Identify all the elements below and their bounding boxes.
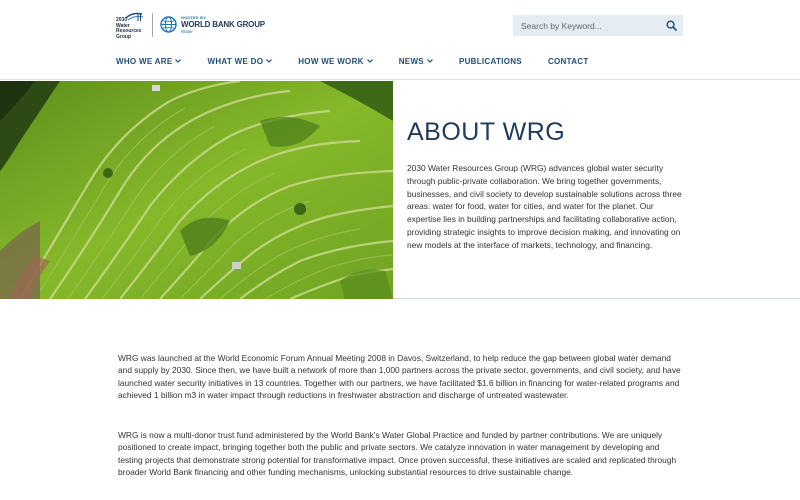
nav-what-we-do[interactable]: WHAT WE DO [207, 55, 273, 67]
rice-terraces-illustration [0, 81, 393, 299]
search-icon[interactable] [666, 20, 677, 31]
main-nav: WHO WE ARE WHAT WE DO HOW WE WORK NEWS P… [116, 55, 615, 67]
nav-label: PUBLICATIONS [458, 56, 522, 66]
rice-terraces-image [0, 81, 393, 299]
wrg-logo-text: 2030 Water Resources Group [116, 17, 142, 40]
search-input[interactable] [513, 15, 658, 36]
body-paragraph-history: WRG was launched at the World Economic F… [118, 353, 681, 401]
logo-divider [152, 13, 153, 37]
nav-how-we-work[interactable]: HOW WE WORK [298, 55, 373, 67]
world-bank-sub: Water [181, 29, 193, 34]
nav-label: WHO WE ARE [116, 56, 173, 66]
search-box [513, 15, 683, 36]
body-paragraph-trust-fund: WRG is now a multi-donor trust fund admi… [118, 430, 677, 478]
globe-icon [160, 16, 177, 33]
site-header: 2030 Water Resources Group HOSTED BY WOR… [0, 0, 800, 80]
world-bank-name: WORLD BANK GROUP [181, 20, 265, 29]
chevron-down-icon [366, 59, 373, 63]
nav-label: WHAT WE DO [207, 56, 264, 66]
page-title: ABOUT WRG [407, 118, 566, 146]
chevron-down-icon [427, 59, 433, 63]
nav-contact[interactable]: CONTACT [548, 55, 589, 67]
nav-label: NEWS [398, 56, 424, 66]
wrg-logo[interactable]: 2030 Water Resources Group [116, 12, 146, 40]
nav-news[interactable]: NEWS [399, 55, 433, 67]
nav-label: HOW WE WORK [298, 56, 364, 66]
hero-description: 2030 Water Resources Group (WRG) advance… [407, 163, 682, 250]
chevron-down-icon [175, 59, 182, 63]
chevron-down-icon [266, 59, 273, 63]
nav-who-we-are[interactable]: WHO WE ARE [116, 55, 182, 67]
nav-label: CONTACT [547, 56, 589, 66]
world-bank-logo[interactable]: HOSTED BY WORLD BANK GROUP Water [160, 14, 265, 36]
nav-publications[interactable]: PUBLICATIONS [459, 55, 522, 67]
